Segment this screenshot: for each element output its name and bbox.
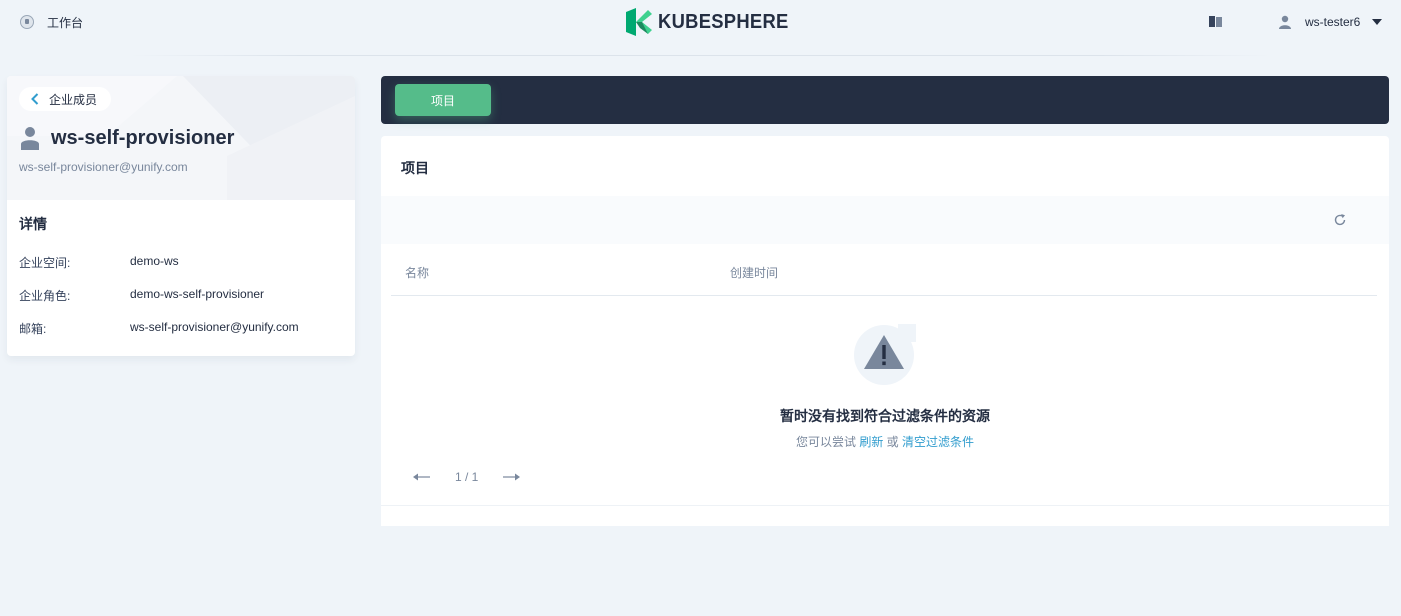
detail-key: 邮箱: [19, 322, 47, 336]
refresh-link[interactable]: 刷新 [859, 435, 883, 449]
detail-value: demo-ws-self-provisioner [130, 287, 265, 301]
user-icon [1279, 15, 1291, 29]
detail-row-workspace: 企业空间: demo-ws [19, 254, 179, 271]
empty-state-title: 暂时没有找到符合过滤条件的资源 [780, 408, 990, 424]
warning-icon [854, 324, 916, 385]
details-title: 详情 [19, 216, 47, 232]
detail-key: 企业空间: [19, 256, 71, 270]
panel-footer [381, 505, 1389, 526]
user-menu[interactable]: ws-tester6 [1279, 13, 1383, 31]
member-avatar-icon [21, 127, 39, 150]
kubesphere-logo-icon [626, 8, 652, 36]
detail-value: ws-self-provisioner@yunify.com [130, 320, 299, 334]
top-navigation-bar: 工作台 KUBESPHERE ws-tester6 [0, 0, 1401, 44]
logo-text: KUBESPHERE [658, 10, 789, 33]
clear-filters-link[interactable]: 清空过滤条件 [902, 435, 974, 449]
back-label: 企业成员 [49, 92, 98, 107]
detail-value: demo-ws [130, 254, 179, 268]
docs-icon[interactable] [1209, 16, 1223, 27]
chevron-down-icon [1372, 19, 1383, 25]
tab-bar: 项目 [381, 76, 1389, 124]
pagination: 1 / 1 [413, 469, 521, 485]
member-info-card: 企业成员 ws-self-provisioner ws-self-provisi… [7, 76, 355, 356]
empty-desc-or: 或 [886, 435, 899, 449]
refresh-icon[interactable] [1333, 213, 1347, 227]
back-to-members-button[interactable]: 企业成员 [19, 87, 112, 111]
workbench-link[interactable]: 工作台 [20, 12, 83, 32]
page-indicator: 1 / 1 [455, 470, 479, 484]
member-card-header: 企业成员 ws-self-provisioner ws-self-provisi… [7, 76, 355, 200]
detail-key: 企业角色: [19, 289, 71, 303]
member-title: ws-self-provisioner [21, 126, 234, 150]
workbench-icon [20, 15, 34, 29]
arrow-left-icon[interactable] [413, 472, 431, 482]
column-created-header[interactable]: 创建时间 [730, 264, 778, 281]
panel-title: 项目 [401, 160, 429, 176]
tab-projects[interactable]: 项目 [395, 84, 491, 116]
table-toolbar [381, 196, 1389, 244]
user-name: ws-tester6 [1305, 15, 1361, 29]
workbench-label: 工作台 [47, 15, 84, 30]
column-name-header[interactable]: 名称 [405, 264, 429, 281]
empty-state-description: 您可以尝试 刷新 或 清空过滤条件 [381, 433, 1389, 450]
kubesphere-logo[interactable]: KUBESPHERE [626, 8, 800, 36]
empty-desc-prefix: 您可以尝试 [795, 435, 856, 449]
member-name: ws-self-provisioner [51, 126, 235, 149]
member-email: ws-self-provisioner@yunify.com [19, 160, 188, 174]
header-divider [130, 55, 1271, 56]
table-header: 名称 创建时间 [391, 244, 1377, 296]
projects-panel: 项目 名称 创建时间 暂时没有找到符合过滤条件的资源 您可以尝试 刷新 或 清空… [381, 136, 1389, 526]
arrow-right-icon[interactable] [502, 472, 521, 482]
detail-row-role: 企业角色: demo-ws-self-provisioner [19, 287, 264, 304]
chevron-left-icon [31, 93, 39, 105]
detail-row-email: 邮箱: ws-self-provisioner@yunify.com [19, 320, 299, 337]
